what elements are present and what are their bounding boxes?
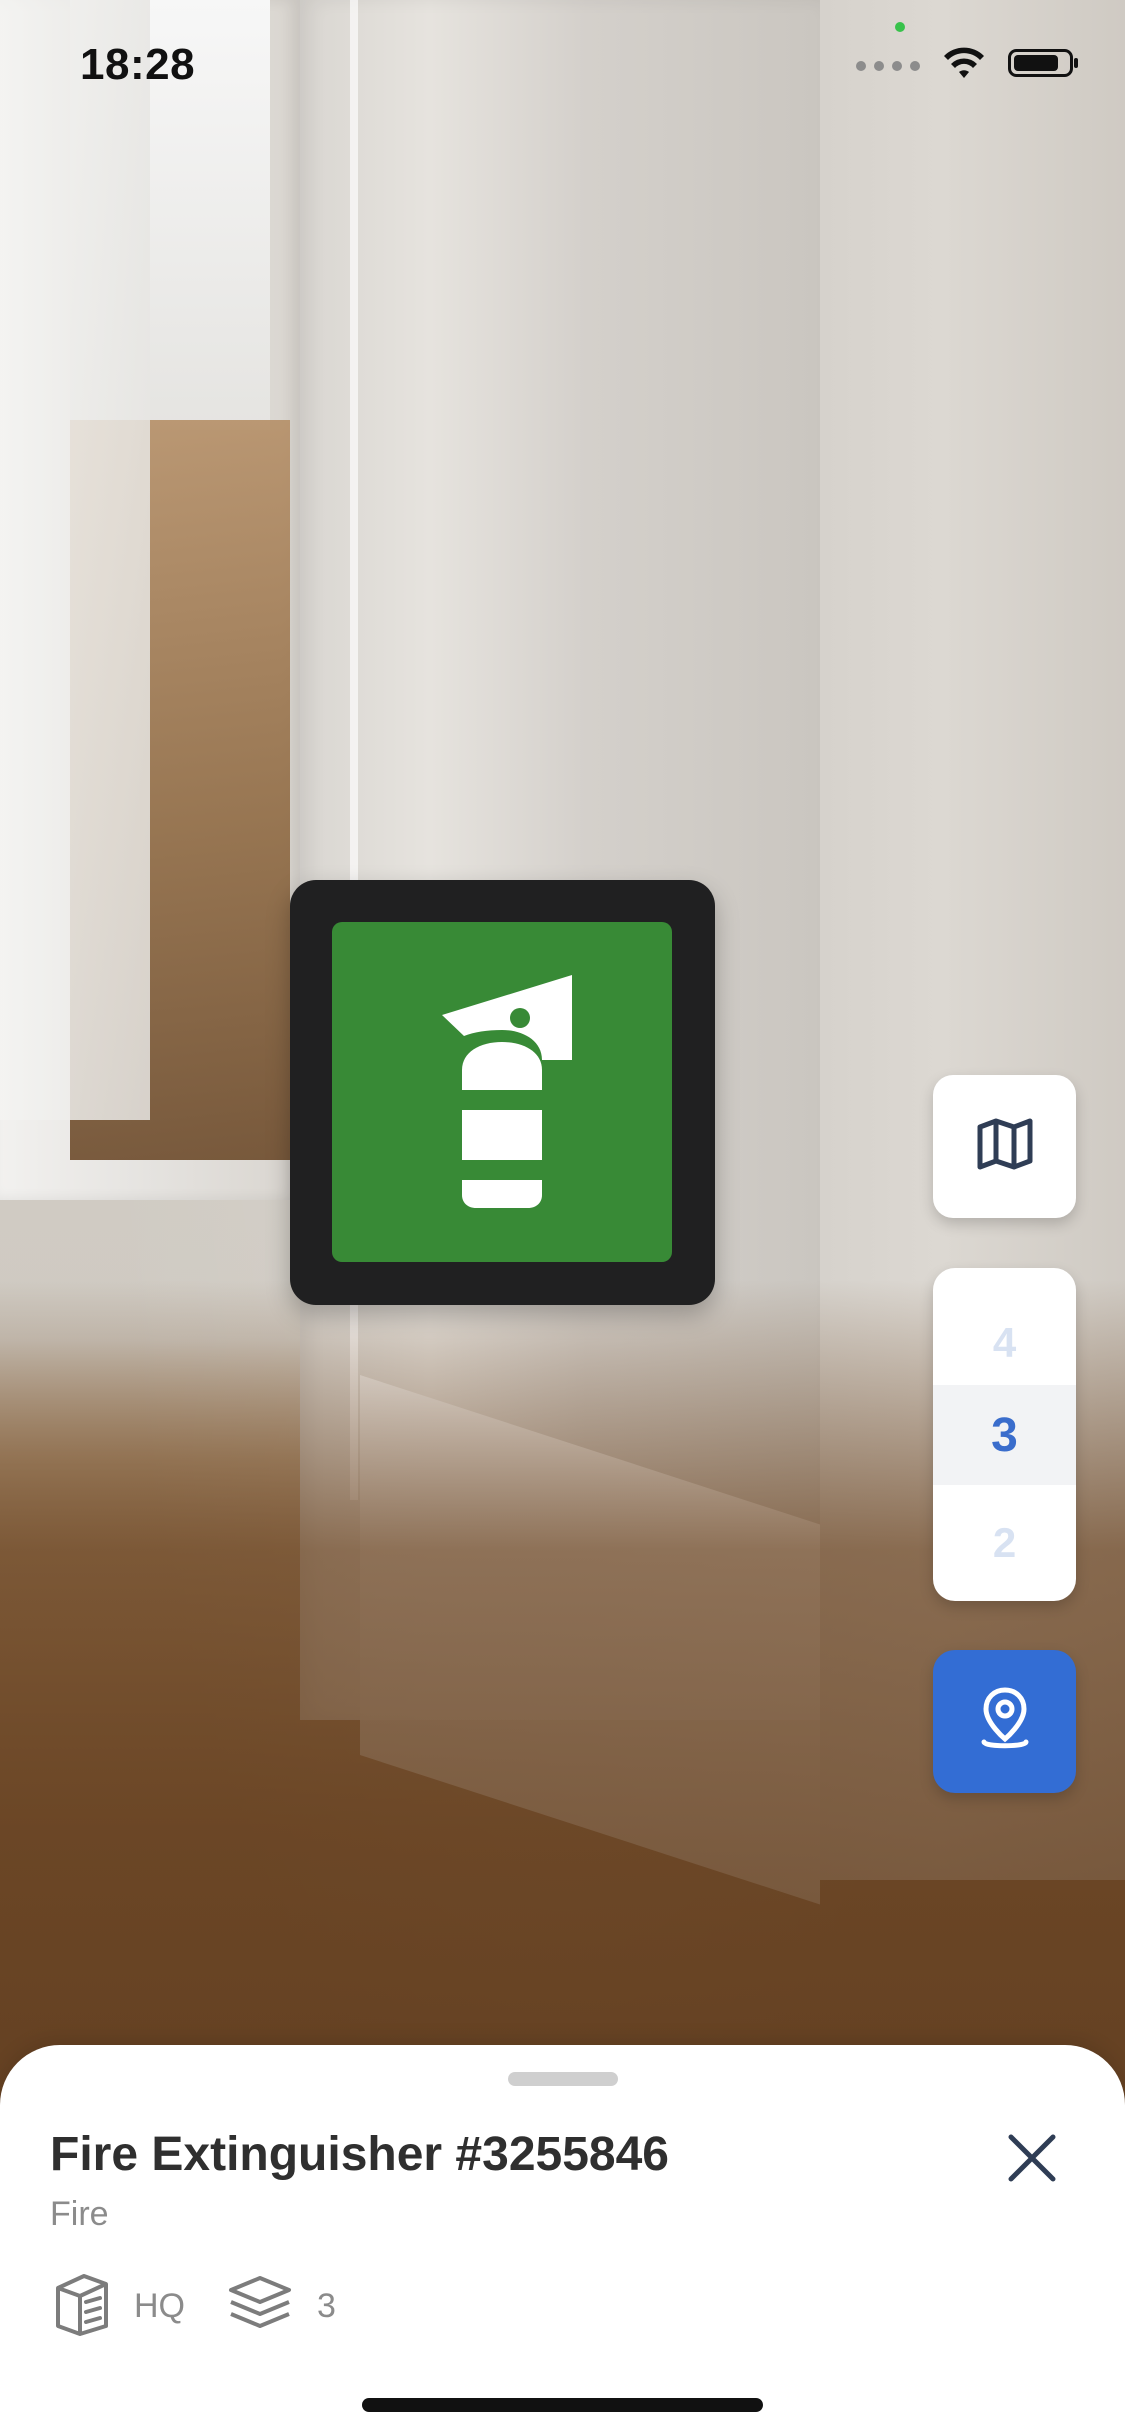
building-icon [50, 2270, 112, 2343]
floor-meta: 3 [225, 2272, 336, 2341]
status-icons [856, 46, 1080, 85]
battery-icon [1008, 46, 1080, 85]
ar-marker[interactable] [290, 880, 715, 1305]
floors-stack-icon [225, 2272, 295, 2341]
cellular-signal-icon [856, 60, 920, 71]
floor-option-above[interactable]: 4 [933, 1293, 1076, 1393]
map-button[interactable] [933, 1075, 1076, 1218]
map-icon [974, 1113, 1036, 1180]
sheet-drag-handle[interactable] [508, 2072, 618, 2086]
locate-button[interactable] [933, 1650, 1076, 1793]
asset-category: Fire [50, 2195, 109, 2233]
wifi-icon [942, 46, 986, 85]
status-bar: 18:28 [0, 0, 1125, 130]
floor-label: 3 [317, 2287, 336, 2325]
floor-option-below[interactable]: 2 [933, 1493, 1076, 1593]
privacy-indicator [895, 22, 905, 32]
asset-meta-row: HQ 3 [50, 2270, 336, 2343]
details-bottom-sheet: Fire Extinguisher #3255846 Fire HQ 3 [0, 2045, 1125, 2436]
floor-picker[interactable]: 4 3 2 [933, 1268, 1076, 1601]
fire-extinguisher-icon [402, 970, 602, 1215]
asset-title: Fire Extinguisher #3255846 [50, 2128, 669, 2181]
door-frame [0, 0, 150, 1120]
close-icon [1005, 2131, 1059, 2190]
location-pin-icon [974, 1684, 1036, 1759]
fire-extinguisher-tile [332, 922, 672, 1262]
home-indicator[interactable] [362, 2398, 763, 2412]
building-label: HQ [134, 2287, 185, 2325]
status-time: 18:28 [80, 40, 196, 89]
building-meta: HQ [50, 2270, 185, 2343]
floor-option-selected[interactable]: 3 [933, 1385, 1076, 1485]
close-button[interactable] [997, 2125, 1067, 2195]
